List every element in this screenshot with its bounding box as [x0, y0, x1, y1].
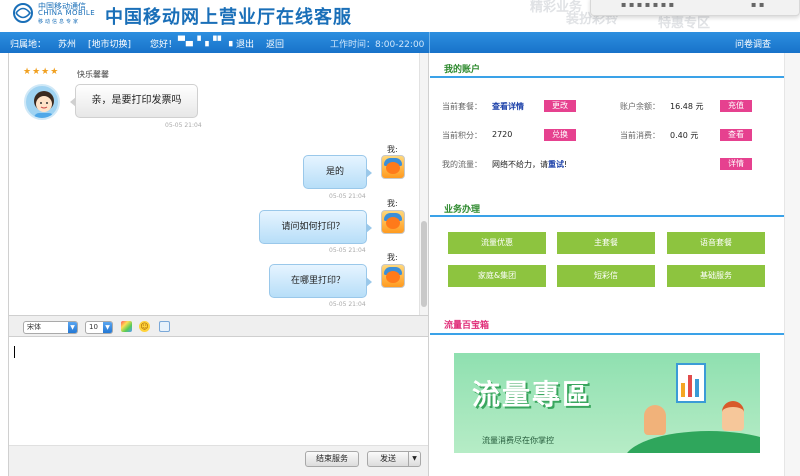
- points-value: 2720: [492, 130, 513, 139]
- data-usage-status: 网络不给力，请重试!: [492, 159, 567, 170]
- view-plan-details-link[interactable]: 查看详情: [492, 101, 524, 112]
- send-button[interactable]: 发送 ▼: [367, 451, 421, 467]
- biz-main-plan-button[interactable]: 主套餐: [557, 232, 655, 254]
- balance-label: 账户余额：: [620, 102, 660, 111]
- top-nav-bar: 归属地： 苏州 [地市切换] 您好！ ▀▄▝▗▝▘▗ 退出 返回 工作时间：8:…: [0, 32, 800, 53]
- service-panel: 我的账户 当前套餐： 查看详情 更改 账户余额： 16.48 元 充值 当前积分…: [430, 53, 784, 476]
- rating-stars: ★★★★: [23, 67, 60, 77]
- me-label: 我:: [387, 145, 398, 154]
- work-time: 工作时间：8:00-22:00: [330, 40, 425, 50]
- me-label: 我:: [387, 253, 398, 262]
- agent-avatar: [24, 84, 60, 120]
- data-zone-banner[interactable]: 流量專區 流量消费尽在你掌控: [454, 353, 760, 453]
- biz-voice-plan-button[interactable]: 语音套餐: [667, 232, 765, 254]
- biz-family-group-button[interactable]: 家庭&集团: [448, 265, 546, 287]
- business-section-title: 业务办理: [444, 205, 481, 215]
- user-avatar: [381, 264, 405, 288]
- section-divider: [430, 333, 784, 335]
- spend-value: 0.40 元: [670, 131, 699, 140]
- recharge-button[interactable]: 充值: [720, 100, 752, 112]
- font-size-value: 10: [89, 323, 98, 331]
- chevron-down-icon: ▼: [68, 322, 77, 333]
- account-section-title: 我的账户: [444, 65, 481, 75]
- header: 中国移动通信 CHINA MOBILE 移动信息专家 中国移动网上营业厅在线客服…: [0, 0, 800, 32]
- message-timestamp: 05-05 21:04: [329, 301, 366, 308]
- data-usage-message: 网络不给力，请: [492, 160, 548, 169]
- person-illustration: [722, 401, 744, 431]
- spend-label: 当前消费：: [620, 131, 660, 140]
- message-timestamp: 05-05 21:04: [329, 247, 366, 254]
- section-divider: [430, 76, 784, 78]
- logo-slogan: 移动信息专家: [38, 19, 81, 25]
- color-palette-icon[interactable]: [121, 321, 132, 332]
- logout-link[interactable]: 退出: [236, 37, 254, 50]
- current-plan-label: 当前套餐：: [442, 102, 482, 111]
- username-masked: ▀▄▝▗▝▘▗: [178, 37, 234, 47]
- person-illustration: [644, 405, 666, 435]
- banner-title: 流量專區: [472, 378, 593, 411]
- survey-link[interactable]: 问卷调查: [735, 37, 771, 50]
- end-service-button[interactable]: 结束服务: [305, 451, 359, 467]
- section-divider: [430, 215, 784, 217]
- back-link[interactable]: 返回: [266, 37, 284, 50]
- user-message-bubble: 是的: [303, 155, 372, 189]
- redeem-button[interactable]: 兑换: [544, 129, 576, 141]
- location-value: 苏州: [58, 40, 77, 50]
- page-title: 中国移动网上营业厅在线客服: [105, 7, 352, 28]
- china-mobile-logo[interactable]: [12, 2, 34, 24]
- treasure-section-title: 流量百宝箱: [444, 321, 490, 331]
- font-family-value: 宋体: [27, 323, 41, 331]
- divider: [429, 32, 430, 53]
- agent-name: 快乐馨馨: [77, 70, 109, 79]
- message-input[interactable]: [9, 337, 428, 445]
- window-edge: [784, 53, 800, 476]
- data-details-button[interactable]: 详情: [720, 158, 752, 170]
- chevron-down-icon: ▼: [103, 322, 112, 333]
- font-family-select[interactable]: 宋体 ▼: [23, 321, 78, 334]
- change-plan-button[interactable]: 更改: [544, 100, 576, 112]
- me-label: 我:: [387, 199, 398, 208]
- user-avatar: [381, 210, 405, 234]
- message-timestamp: 05-05 21:04: [165, 122, 202, 129]
- screenshot-icon[interactable]: [159, 321, 170, 332]
- location-label: 归属地：: [10, 40, 47, 50]
- retry-link[interactable]: 重试: [548, 160, 564, 169]
- chat-panel: ★★★★ 快乐馨馨 亲，是要打印发票吗 05-05 21:04 我: 是的 05…: [8, 53, 429, 476]
- greeting-text: 您好！: [150, 40, 178, 50]
- biz-sms-mms-button[interactable]: 短彩信: [557, 265, 655, 287]
- banner-subtitle: 流量消费尽在你掌控: [482, 436, 554, 445]
- message-timestamp: 05-05 21:04: [329, 193, 366, 200]
- biz-data-offer-button[interactable]: 流量优惠: [448, 232, 546, 254]
- banner-hill: [624, 431, 760, 453]
- points-label: 当前积分：: [442, 131, 482, 140]
- data-usage-label: 我的流量：: [442, 160, 482, 169]
- city-switch-link[interactable]: [地市切换]: [88, 37, 131, 50]
- logo-english-text: CHINA MOBILE: [38, 9, 96, 17]
- biz-basic-service-button[interactable]: 基础服务: [667, 265, 765, 287]
- send-label: 发送: [380, 454, 396, 463]
- user-message-bubble: 在哪里打印？: [269, 264, 372, 298]
- view-spend-button[interactable]: 查看: [720, 129, 752, 141]
- agent-message-bubble: 亲，是要打印发票吗: [70, 84, 198, 118]
- font-size-select[interactable]: 10 ▼: [85, 321, 113, 334]
- balance-value: 16.48 元: [670, 102, 704, 111]
- chevron-down-icon[interactable]: ▼: [408, 452, 420, 466]
- chat-history: ★★★★ 快乐馨馨 亲，是要打印发票吗 05-05 21:04 我: 是的 05…: [9, 53, 428, 315]
- user-message-bubble: 请问如何打印？: [259, 210, 372, 244]
- chat-footer: 结束服务 发送 ▼: [9, 445, 428, 476]
- text-caret: [14, 346, 15, 358]
- user-avatar: [381, 155, 405, 179]
- emoji-icon[interactable]: ☺: [139, 321, 150, 332]
- scrollbar-thumb[interactable]: [421, 221, 427, 307]
- format-toolbar: 宋体 ▼ 10 ▼ ☺: [9, 315, 428, 337]
- data-usage-suffix: !: [564, 160, 568, 169]
- top-popup: ▪ ▪ ▪ ▪ ▪ ▪ ▪ ▪ ▪: [590, 0, 800, 16]
- chart-icon: [676, 363, 706, 403]
- chat-scrollbar[interactable]: [419, 53, 428, 315]
